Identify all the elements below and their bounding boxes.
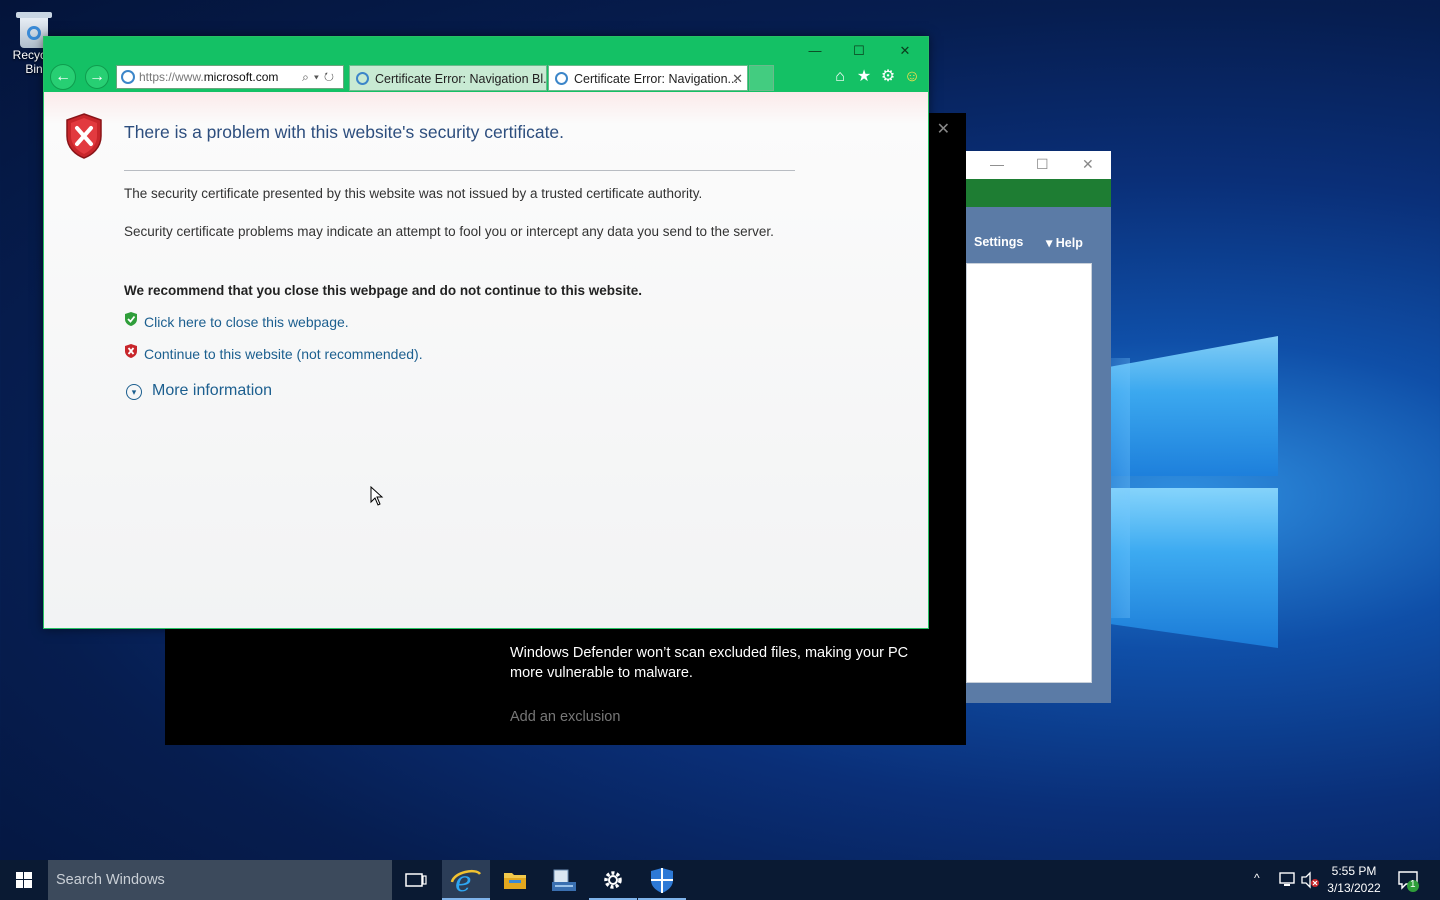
windows-start-icon bbox=[16, 872, 32, 888]
home-icon[interactable]: ⌂ bbox=[830, 67, 850, 87]
continue-to-website-link[interactable]: Continue to this website (not recommende… bbox=[144, 346, 423, 362]
favorites-star-icon[interactable]: ★ bbox=[854, 67, 874, 87]
show-hidden-icons-button[interactable]: ^ bbox=[1254, 871, 1260, 900]
minimize-button[interactable]: — bbox=[804, 43, 826, 59]
tools-gear-icon[interactable]: ⚙ bbox=[878, 67, 898, 87]
back-button[interactable]: ← bbox=[50, 64, 76, 90]
clock-date: 3/13/2022 bbox=[1327, 881, 1381, 895]
recommendation-text: We recommend that you close this webpage… bbox=[124, 283, 643, 298]
settings-header-bar bbox=[966, 179, 1111, 207]
tab-label: Certificate Error: Navigation... bbox=[574, 72, 738, 86]
maximize-button[interactable]: ☐ bbox=[848, 43, 870, 59]
notification-icon bbox=[1398, 871, 1419, 892]
exclusion-warning-text: Windows Defender won’t scan excluded fil… bbox=[510, 645, 909, 681]
security-error-shield-icon bbox=[66, 113, 102, 159]
address-domain: microsoft.com bbox=[203, 70, 279, 84]
taskbar-windows-defender[interactable] bbox=[638, 860, 686, 900]
settings-minimize-button[interactable]: — bbox=[990, 156, 1004, 172]
settings-maximize-button[interactable]: ☐ bbox=[1036, 156, 1049, 173]
more-information-link[interactable]: More information bbox=[152, 382, 272, 400]
settings-titlebar: — ☐ ✕ bbox=[966, 151, 1111, 179]
tab-close-icon[interactable]: ✕ bbox=[732, 66, 743, 90]
action-center-button[interactable]: 1 bbox=[1396, 868, 1422, 894]
page-content: There is a problem with this website's s… bbox=[44, 92, 928, 628]
forward-button[interactable]: → bbox=[85, 65, 109, 89]
unsafe-shield-icon bbox=[125, 344, 137, 358]
defender-close-button[interactable]: ✕ bbox=[937, 119, 950, 139]
search-input[interactable]: Search Windows bbox=[48, 860, 392, 900]
internet-explorer-icon: e bbox=[450, 865, 482, 898]
back-arrow-icon: ← bbox=[55, 68, 71, 85]
settings-close-button[interactable]: ✕ bbox=[1082, 156, 1094, 173]
taskbar: Search Windows e ^ 5:55 PM 3/13/2022 1 bbox=[0, 860, 1440, 900]
start-button[interactable] bbox=[0, 860, 48, 900]
tab-certificate-error-1[interactable]: Certificate Error: Navigation Bl... bbox=[349, 65, 547, 91]
settings-window[interactable]: — ☐ ✕ Settings ▾ Help bbox=[966, 151, 1111, 703]
help-menu-label: Help bbox=[1055, 236, 1083, 250]
address-tools-icon[interactable]: ⌕▾↻ bbox=[302, 66, 339, 88]
browser-chrome: — ☐ ✕ ← → https://www.microsoft.com ⌕▾↻ … bbox=[44, 37, 928, 92]
notification-count-badge: 1 bbox=[1410, 879, 1416, 890]
tab-certificate-error-2[interactable]: Certificate Error: Navigation... ✕ bbox=[548, 65, 748, 91]
page-title: There is a problem with this website's s… bbox=[124, 122, 565, 142]
ie-tab-icon bbox=[555, 72, 568, 85]
safe-shield-icon bbox=[125, 312, 137, 326]
feedback-smiley-icon[interactable]: ☺ bbox=[902, 67, 922, 87]
browser-window[interactable]: — ☐ ✕ ← → https://www.microsoft.com ⌕▾↻ … bbox=[43, 36, 929, 629]
windows-desktop-logo bbox=[1090, 318, 1282, 648]
new-tab-button[interactable] bbox=[749, 65, 774, 91]
forward-arrow-icon: → bbox=[89, 68, 105, 85]
ie-page-icon bbox=[121, 70, 135, 84]
risk-description: Security certificate problems may indica… bbox=[124, 224, 774, 239]
taskbar-internet-explorer[interactable]: e bbox=[442, 860, 490, 900]
help-dropdown-icon: ▾ bbox=[1046, 236, 1053, 250]
expand-chevron-icon[interactable]: ▾ bbox=[126, 384, 142, 400]
taskbar-settings[interactable] bbox=[589, 860, 637, 900]
error-description: The security certificate presented by th… bbox=[124, 186, 703, 201]
address-bar[interactable]: https://www.microsoft.com ⌕▾↻ bbox=[116, 65, 344, 89]
settings-menu-item[interactable]: Settings bbox=[974, 235, 1023, 249]
address-prefix: https://www. bbox=[139, 70, 204, 84]
close-button[interactable]: ✕ bbox=[894, 43, 916, 59]
folder-icon bbox=[504, 873, 526, 889]
svg-text:e: e bbox=[455, 865, 472, 898]
task-view-icon bbox=[405, 873, 427, 887]
task-view-button[interactable] bbox=[392, 860, 440, 900]
defender-shield-icon bbox=[651, 868, 673, 893]
add-exclusion-button[interactable]: Add an exclusion bbox=[510, 709, 620, 725]
gear-icon bbox=[604, 871, 622, 889]
close-webpage-link[interactable]: Click here to close this webpage. bbox=[144, 314, 349, 330]
tab-label: Certificate Error: Navigation Bl... bbox=[375, 72, 547, 86]
server-manager-icon bbox=[552, 869, 576, 891]
taskbar-file-explorer[interactable] bbox=[491, 860, 539, 900]
help-menu-item[interactable]: ▾ Help bbox=[1046, 235, 1083, 250]
settings-content-pane bbox=[966, 263, 1092, 683]
volume-muted-icon[interactable] bbox=[1300, 871, 1320, 889]
mouse-pointer-icon bbox=[370, 486, 384, 506]
chevron-up-icon: ^ bbox=[1254, 871, 1260, 885]
system-clock[interactable]: 5:55 PM 3/13/2022 bbox=[1322, 863, 1386, 897]
taskbar-server-manager[interactable] bbox=[540, 860, 588, 900]
ie-tab-icon bbox=[356, 72, 369, 85]
network-icon[interactable] bbox=[1277, 871, 1297, 889]
clock-time: 5:55 PM bbox=[1331, 864, 1377, 878]
divider bbox=[124, 170, 795, 171]
